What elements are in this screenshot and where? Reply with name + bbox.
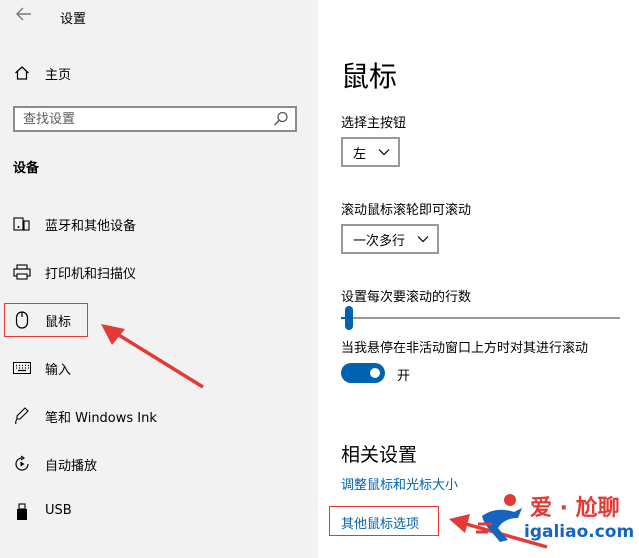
inactive-scroll-label: 当我悬停在非活动窗口上方时对其进行滚动: [341, 341, 589, 356]
bluetooth-devices-icon: [12, 214, 32, 234]
scroll-wheel-label: 滚动鼠标滚轮即可滚动: [341, 203, 472, 218]
toggle-knob: [370, 368, 380, 378]
watermark: 爱 · 尬聊 igaliao.com: [474, 484, 634, 554]
sidebar-item-home[interactable]: 主页: [0, 58, 318, 88]
back-arrow-icon[interactable]: [12, 5, 36, 27]
watermark-text-top: 爱 · 尬聊: [530, 496, 620, 521]
sidebar-item-printers[interactable]: 打印机和扫描仪: [0, 257, 318, 287]
sidebar-item-autoplay[interactable]: 自动播放: [0, 449, 318, 479]
sidebar: 设置 主页 设备 蓝牙和其他设备 打印机和扫描仪 鼠标 输入: [0, 0, 318, 558]
search-icon[interactable]: [273, 111, 289, 127]
scroll-wheel-dropdown[interactable]: 一次多行: [341, 224, 440, 254]
chevron-down-icon: [417, 236, 429, 243]
window-title: 设置: [60, 12, 87, 27]
annotation-box-mouse: [4, 303, 88, 337]
related-settings-heading: 相关设置: [341, 444, 418, 466]
keyboard-icon: [12, 358, 32, 378]
search-input[interactable]: [23, 110, 263, 128]
sidebar-item-typing[interactable]: 输入: [0, 353, 318, 383]
lines-per-scroll-slider-thumb[interactable]: [345, 306, 354, 330]
printer-icon: [12, 262, 32, 282]
sidebar-item-label: 自动播放: [45, 459, 98, 474]
chevron-down-icon: [378, 149, 390, 156]
sidebar-item-label: 笔和 Windows Ink: [45, 411, 157, 426]
sidebar-item-label: 主页: [45, 68, 72, 83]
dropdown-value: 左: [353, 146, 367, 162]
dropdown-value: 一次多行: [353, 233, 406, 249]
page-title: 鼠标: [341, 60, 398, 93]
annotation-box-mouse-options: [329, 506, 439, 536]
primary-button-dropdown[interactable]: 左: [341, 137, 401, 167]
sidebar-item-label: 蓝牙和其他设备: [45, 219, 137, 234]
search-box[interactable]: [13, 106, 297, 132]
sidebar-item-pen[interactable]: 笔和 Windows Ink: [0, 401, 318, 431]
sidebar-item-bluetooth[interactable]: 蓝牙和其他设备: [0, 209, 318, 239]
pen-icon: [12, 406, 32, 426]
home-icon: [12, 63, 32, 83]
toggle-state-label: 开: [397, 369, 411, 384]
usb-icon: [12, 502, 32, 522]
primary-button-label: 选择主按钮: [341, 116, 407, 131]
sidebar-item-label: 打印机和扫描仪: [45, 267, 137, 282]
sidebar-item-label: USB: [45, 503, 72, 518]
sidebar-item-usb[interactable]: USB: [0, 497, 318, 527]
sidebar-item-label: 输入: [45, 363, 72, 378]
watermark-logo-icon: [476, 494, 522, 542]
inactive-scroll-toggle[interactable]: [341, 363, 385, 383]
watermark-text-bottom: igaliao.com: [524, 522, 635, 542]
lines-per-scroll-slider-track[interactable]: [341, 317, 620, 319]
autoplay-icon: [12, 454, 32, 474]
section-title: 设备: [13, 161, 40, 176]
lines-per-scroll-label: 设置每次要滚动的行数: [341, 290, 472, 305]
adjust-mouse-cursor-size-link[interactable]: 调整鼠标和光标大小: [341, 474, 458, 493]
